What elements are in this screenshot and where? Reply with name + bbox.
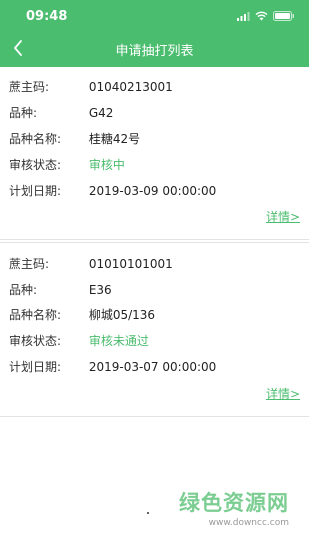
nav-bar: 申请抽打列表: [0, 30, 309, 67]
variety-name-label: 品种名称:: [9, 132, 62, 146]
plan-date-value: 2019-03-07 00:00:00: [88, 360, 217, 374]
audit-status-row: 审核状态: 审核未通过: [9, 331, 149, 351]
audit-status-label: 审核状态:: [9, 334, 62, 348]
list-item: 蔗主码: 01010101001 品种: E36 品种名称: 柳城05/136 …: [0, 242, 309, 417]
watermark: 绿色资源网 www.downcc.com: [179, 487, 289, 528]
decorative-dot: [147, 512, 149, 514]
battery-icon: [273, 11, 294, 21]
cane-code-row: 蔗主码: 01010101001: [9, 254, 173, 274]
variety-row: 品种: G42: [9, 103, 113, 123]
page-title: 申请抽打列表: [115, 44, 194, 59]
cane-code-row: 蔗主码: 01040213001: [9, 77, 173, 97]
plan-date-value: 2019-03-09 00:00:00: [88, 184, 217, 198]
status-time: 09:48: [26, 9, 68, 24]
signal-icon: [237, 11, 250, 21]
status-icons: [237, 10, 295, 22]
audit-status-value: 审核中: [88, 158, 125, 172]
variety-name-row: 品种名称: 桂糖42号: [9, 129, 140, 149]
audit-status-label: 审核状态:: [9, 158, 62, 172]
detail-link[interactable]: 详情>: [266, 385, 300, 402]
plan-date-label: 计划日期:: [9, 184, 62, 198]
list-item: 蔗主码: 01040213001 品种: G42 品种名称: 桂糖42号 审核状…: [0, 67, 309, 240]
plan-date-label: 计划日期:: [9, 360, 62, 374]
audit-status-value: 审核未通过: [88, 334, 149, 348]
plan-date-row: 计划日期: 2019-03-07 00:00:00: [9, 357, 216, 377]
status-bar: 09:48: [0, 0, 309, 30]
cane-code-value: 01040213001: [88, 80, 173, 94]
application-list: 蔗主码: 01040213001 品种: G42 品种名称: 桂糖42号 审核状…: [0, 67, 309, 417]
cane-code-label: 蔗主码:: [9, 80, 50, 94]
detail-link[interactable]: 详情>: [266, 208, 300, 225]
watermark-sub: www.downcc.com: [208, 518, 289, 528]
variety-label: 品种:: [9, 283, 38, 297]
cane-code-value: 01010101001: [88, 257, 173, 271]
cane-code-label: 蔗主码:: [9, 257, 50, 271]
variety-name-row: 品种名称: 柳城05/136: [9, 305, 155, 325]
plan-date-row: 计划日期: 2019-03-09 00:00:00: [9, 181, 216, 201]
variety-name-label: 品种名称:: [9, 308, 62, 322]
variety-label: 品种:: [9, 106, 38, 120]
variety-name-value: 柳城05/136: [88, 308, 156, 322]
variety-value: G42: [88, 106, 114, 120]
watermark-main: 绿色资源网: [179, 491, 289, 515]
variety-name-value: 桂糖42号: [88, 132, 141, 146]
wifi-icon: [255, 11, 268, 21]
audit-status-row: 审核状态: 审核中: [9, 155, 125, 175]
variety-value: E36: [88, 283, 112, 297]
variety-row: 品种: E36: [9, 280, 112, 300]
